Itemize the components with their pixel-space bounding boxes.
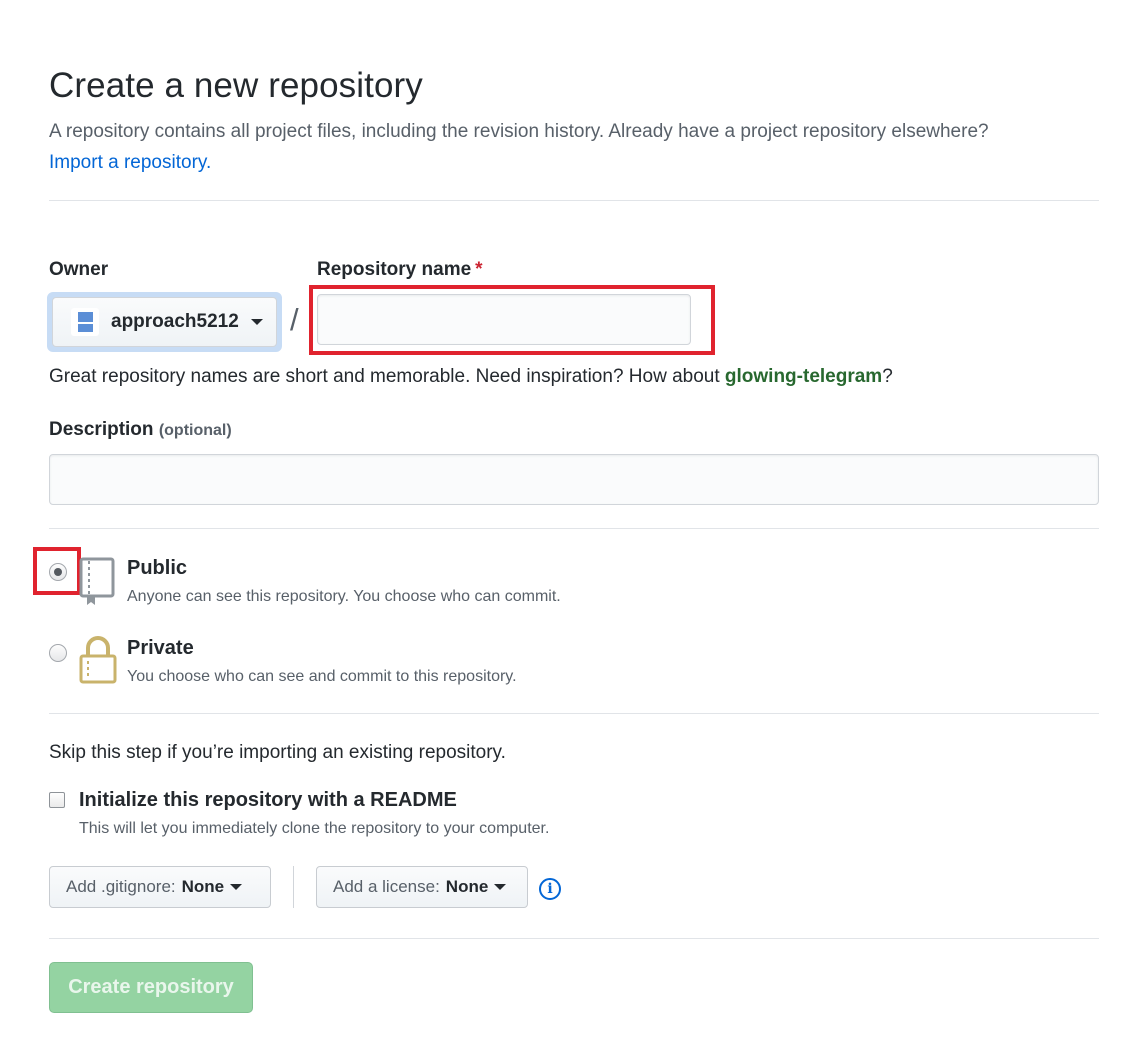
divider: [49, 200, 1099, 201]
public-title: Public: [127, 557, 188, 579]
readme-desc: This will let you immediately clone the …: [79, 820, 550, 837]
create-repository-button[interactable]: Create repository: [49, 962, 253, 1013]
subtitle-text: A repository contains all project files,…: [49, 121, 989, 142]
owner-select-button[interactable]: approach5212: [47, 292, 282, 352]
owner-value: approach5212: [111, 311, 239, 332]
license-label: Add a license:: [333, 877, 440, 896]
avatar: [71, 308, 99, 336]
repo-name-input[interactable]: [317, 294, 691, 345]
license-select-button[interactable]: Add a license: None: [316, 866, 528, 908]
public-desc: Anyone can see this repository. You choo…: [127, 588, 561, 605]
chevron-down-icon: [250, 319, 263, 325]
hint-text: Great repository names are short and mem…: [49, 366, 725, 387]
private-desc: You choose who can see and commit to thi…: [127, 668, 517, 685]
create-repository-page: Create a new repository A repository con…: [0, 0, 1144, 1051]
divider: [49, 528, 1099, 529]
owner-label: Owner: [49, 259, 109, 280]
import-repository-link[interactable]: Import a repository.: [49, 152, 211, 173]
required-mark: *: [475, 259, 483, 280]
gitignore-value: None: [181, 877, 225, 896]
optional-note: (optional): [158, 422, 232, 439]
divider: [49, 938, 1099, 939]
divider: [49, 713, 1099, 714]
hint-end: ?: [882, 366, 893, 387]
page-subtitle: A repository contains all project files,…: [49, 116, 1119, 178]
readme-checkbox[interactable]: [49, 792, 65, 808]
readme-label[interactable]: Initialize this repository with a README: [79, 789, 457, 812]
public-radio[interactable]: [49, 563, 67, 581]
description-input[interactable]: [49, 454, 1099, 505]
private-radio[interactable]: [49, 644, 67, 662]
repo-book-icon: [79, 557, 115, 605]
skip-step-note: Skip this step if you’re importing an ex…: [49, 742, 506, 763]
owner-repo-separator: /: [290, 302, 299, 337]
owner-select-inner: approach5212: [52, 297, 277, 347]
chevron-down-icon: [494, 884, 507, 890]
gitignore-select-button[interactable]: Add .gitignore: None: [49, 866, 271, 908]
repo-name-label-text: Repository name: [317, 259, 472, 280]
page-title: Create a new repository: [49, 66, 423, 105]
name-suggestion: glowing-telegram: [724, 366, 883, 387]
license-value: None: [445, 877, 489, 896]
chevron-down-icon: [230, 884, 243, 890]
description-label: Description (optional): [49, 419, 232, 441]
lock-icon: [79, 636, 117, 684]
vertical-divider: [293, 866, 294, 908]
repo-name-label: Repository name *: [317, 259, 483, 281]
info-icon[interactable]: i: [539, 878, 561, 900]
description-label-text: Description: [49, 419, 154, 440]
private-title: Private: [127, 637, 194, 659]
repo-name-hint: Great repository names are short and mem…: [49, 366, 893, 388]
gitignore-label: Add .gitignore:: [66, 877, 176, 896]
